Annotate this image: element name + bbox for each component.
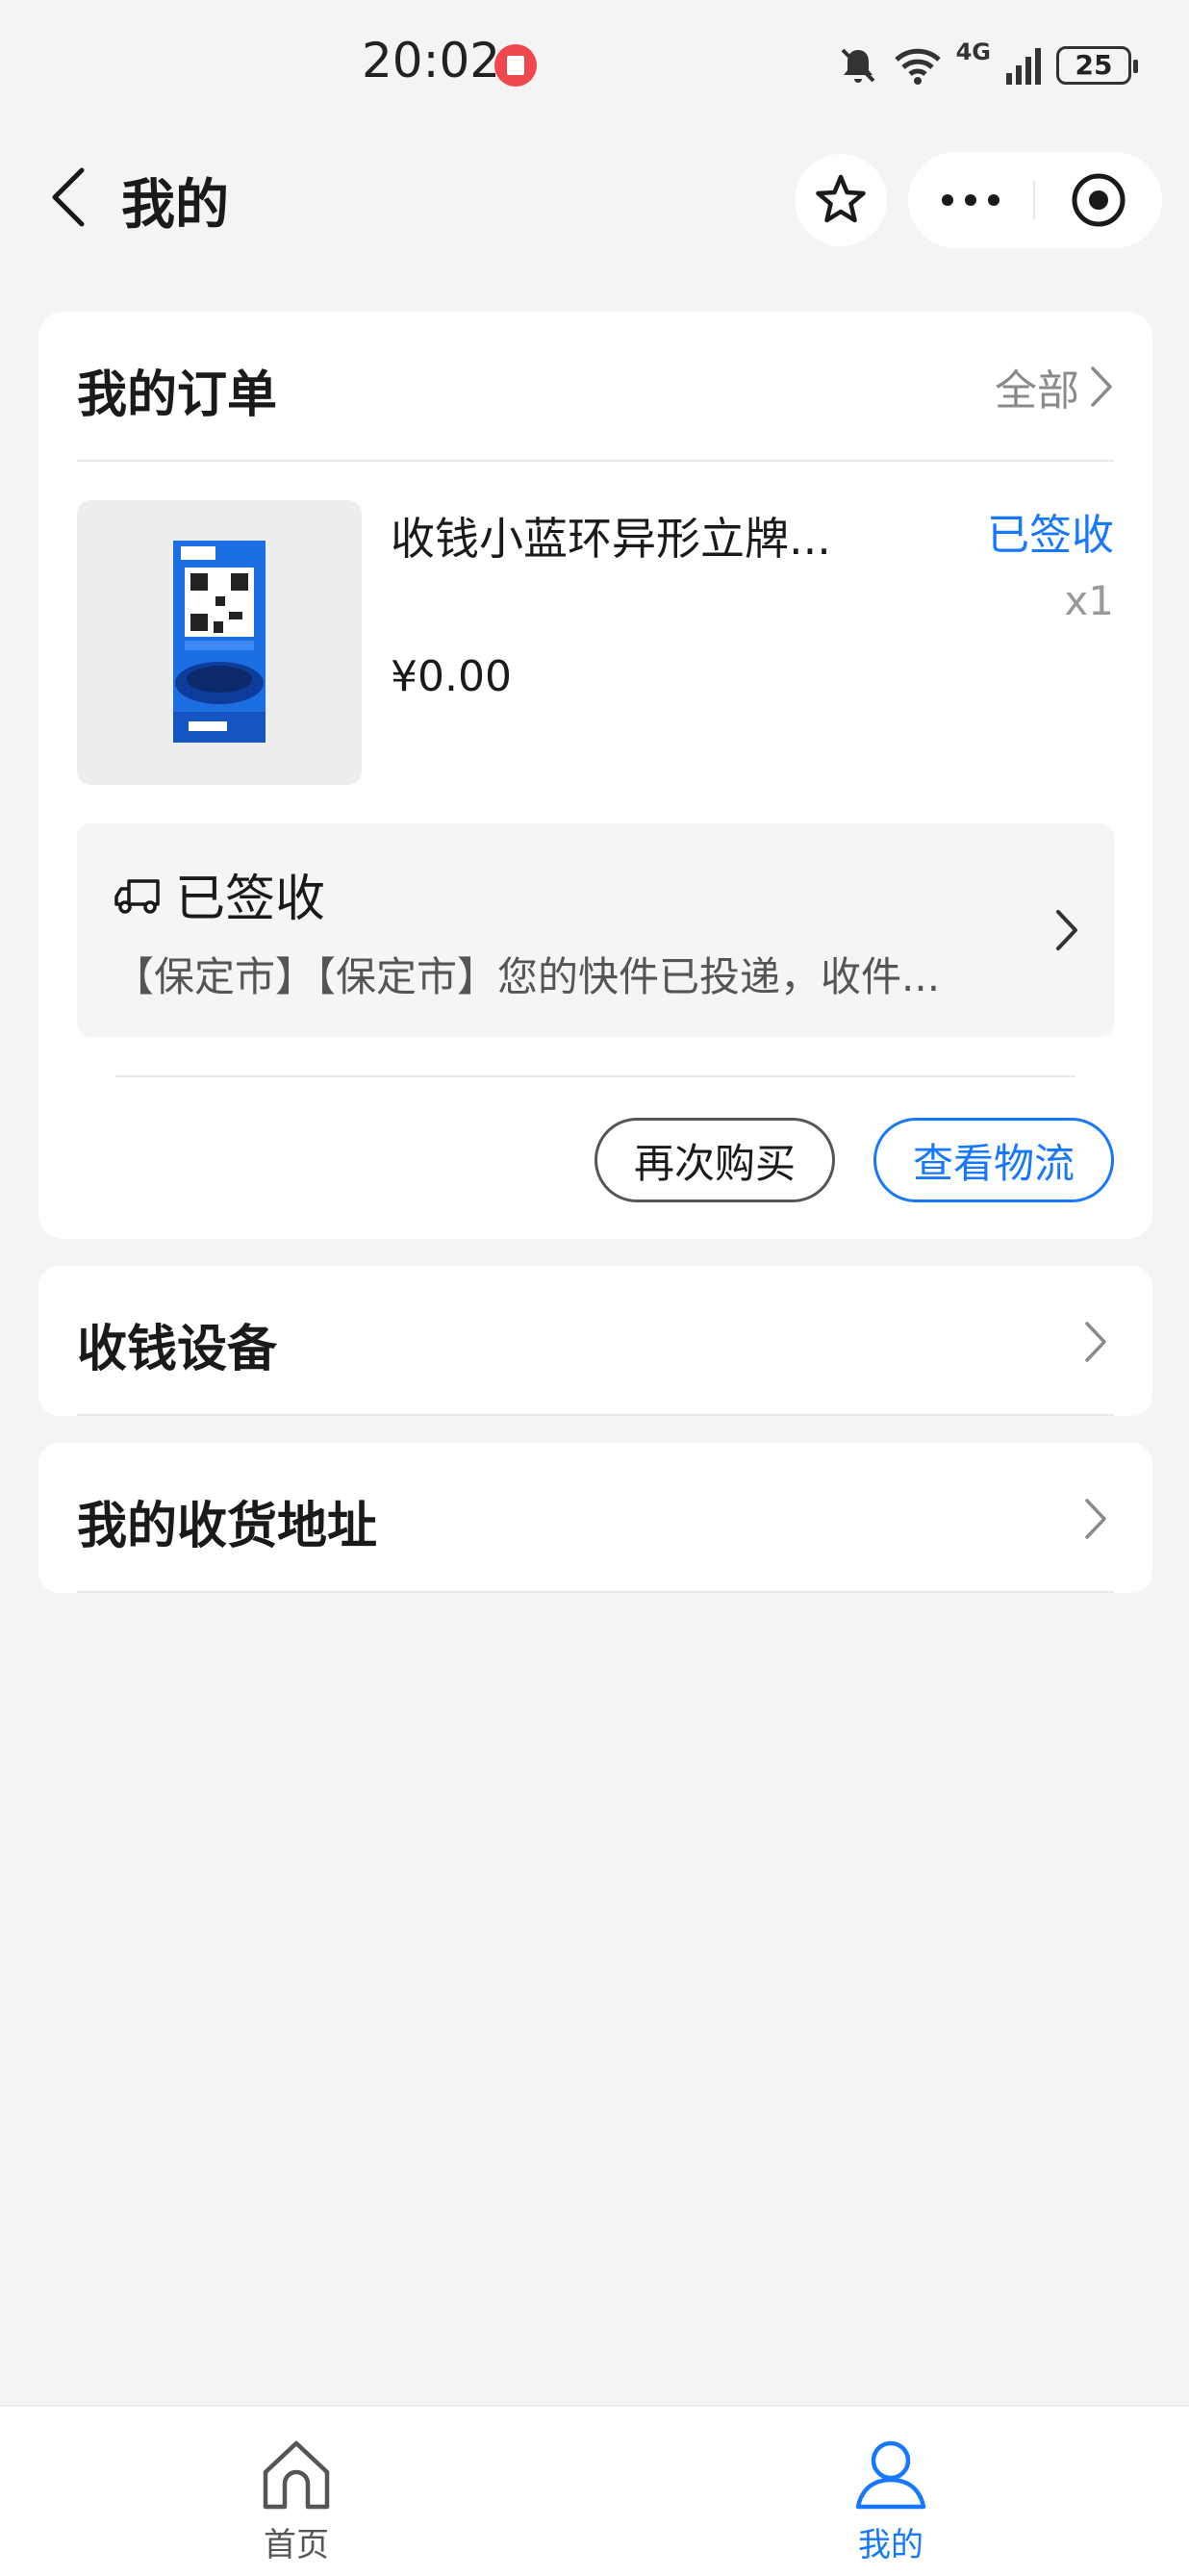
system-icons: 4G 25 [837, 37, 1138, 94]
logistics-status: 已签收 [175, 871, 326, 928]
back-button[interactable] [35, 164, 102, 231]
chevron-right-icon [1085, 1322, 1106, 1362]
actions-divider [115, 1075, 1075, 1077]
menu-item-devices[interactable]: 收钱设备 [38, 1266, 1152, 1416]
menu-item-devices-label: 收钱设备 [77, 1321, 278, 1378]
status-bar: 20:02 4G 25 [0, 0, 1189, 135]
chevron-right-icon [1056, 910, 1077, 950]
row-divider [77, 1414, 1114, 1416]
favorite-button[interactable] [795, 154, 887, 246]
tab-home[interactable]: 首页 [200, 2407, 392, 2576]
logistics-summary[interactable]: 已签收 【保定市】【保定市】您的快件已投递，收件... [77, 823, 1114, 1037]
my-orders-card: 我的订单 全部 收钱小蓝环异形立牌... 已签收 x1 ¥0.00 已签收 【保… [38, 312, 1152, 1239]
chevron-right-icon [1091, 366, 1112, 407]
wifi-icon [894, 48, 941, 85]
tab-mine-label: 我的 [858, 2526, 923, 2564]
close-target-icon [1072, 173, 1126, 227]
bottom-tab-bar: 首页 我的 [0, 2405, 1189, 2576]
home-icon [263, 2440, 330, 2510]
buy-again-button[interactable]: 再次购买 [594, 1118, 835, 1202]
row-divider [77, 1591, 1114, 1593]
view-logistics-button[interactable]: 查看物流 [873, 1118, 1114, 1202]
view-all-orders-link[interactable]: 全部 [995, 358, 1114, 416]
network-type: 4G [955, 38, 991, 65]
signal-icon [1006, 48, 1041, 85]
tab-mine[interactable]: 我的 [795, 2407, 987, 2576]
product-image[interactable] [77, 500, 362, 785]
logistics-detail: 【保定市】【保定市】您的快件已投递，收件... [114, 953, 941, 1000]
product-name[interactable]: 收钱小蓝环异形立牌... [391, 504, 891, 568]
order-status-badge: 已签收 [987, 511, 1114, 560]
view-all-label: 全部 [995, 366, 1079, 416]
screen-record-icon [494, 44, 537, 87]
miniapp-capsule [908, 152, 1162, 248]
page-title: 我的 [121, 174, 229, 237]
product-price: ¥0.00 [391, 652, 512, 701]
more-button[interactable] [908, 152, 1033, 248]
status-time: 20:02 [362, 33, 501, 88]
product-quantity: x1 [1064, 577, 1114, 624]
qr-stand-product-icon [173, 541, 266, 743]
mute-bell-icon [841, 48, 875, 83]
menu-item-addresses[interactable]: 我的收货地址 [38, 1443, 1152, 1593]
more-icon [942, 194, 999, 206]
tab-home-label: 首页 [264, 2526, 329, 2564]
menu-item-addresses-label: 我的收货地址 [77, 1498, 378, 1555]
back-icon [52, 167, 85, 227]
close-miniapp-button[interactable] [1035, 152, 1162, 248]
orders-title: 我的订单 [77, 366, 278, 424]
chevron-right-icon [1085, 1499, 1106, 1539]
orders-header: 我的订单 全部 [77, 312, 1114, 462]
battery-indicator: 25 [1056, 46, 1138, 85]
truck-icon [114, 879, 160, 914]
user-icon [855, 2440, 926, 2510]
nav-bar: 我的 [0, 135, 1189, 260]
star-icon [816, 174, 866, 223]
